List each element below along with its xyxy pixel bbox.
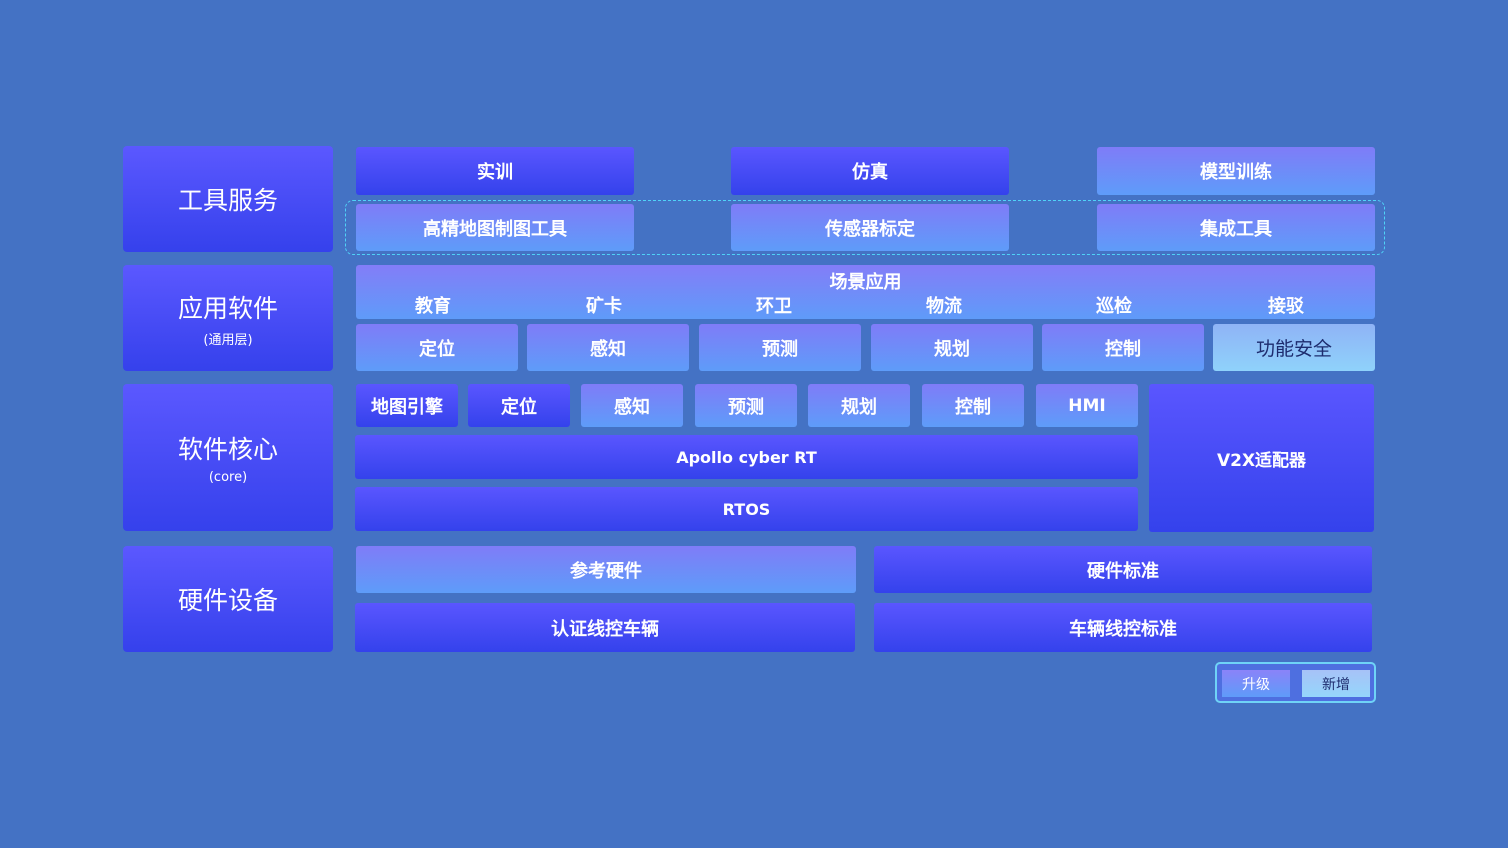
tool-hd-map: 高精地图制图工具 (356, 204, 634, 251)
tool-integration: 集成工具 (1097, 204, 1375, 251)
layer-tools-title: 工具服务 (177, 186, 278, 215)
scene-applications: 场景应用 教育 矿卡 环卫 物流 巡检 接驳 (356, 265, 1375, 319)
core-rtos: RTOS (355, 487, 1138, 531)
app-perception: 感知 (527, 324, 689, 371)
app-localization: 定位 (356, 324, 518, 371)
hw-reference-hardware: 参考硬件 (356, 546, 856, 593)
layer-core-title: 软件核心 (177, 435, 278, 464)
scene-mining-truck: 矿卡 (586, 296, 622, 317)
core-control: 控制 (922, 384, 1024, 427)
tool-sensor-calibration: 传感器标定 (731, 204, 1009, 251)
legend-new: 新增 (1302, 670, 1370, 697)
hw-vehicle-standard: 车辆线控标准 (874, 603, 1372, 652)
layer-hardware-title: 硬件设备 (177, 586, 278, 615)
layer-core-subtitle: (core) (208, 470, 248, 485)
scene-logistics: 物流 (926, 296, 962, 317)
core-v2x-adapter: V2X适配器 (1149, 384, 1374, 532)
tool-model-training: 模型训练 (1097, 147, 1375, 195)
app-planning: 规划 (871, 324, 1033, 371)
tool-simulation: 仿真 (731, 147, 1009, 195)
layer-apps-title: 应用软件 (177, 293, 278, 323)
scene-title: 场景应用 (829, 272, 902, 293)
scene-shuttle: 接驳 (1268, 296, 1304, 317)
legend: 升级 新增 (1215, 662, 1376, 703)
layer-tools: 工具服务 (123, 146, 333, 252)
app-prediction: 预测 (699, 324, 861, 371)
core-map-engine: 地图引擎 (356, 384, 458, 427)
layer-core: 软件核心 (core) (123, 384, 333, 531)
core-perception: 感知 (581, 384, 683, 427)
scene-sanitation: 环卫 (756, 296, 792, 317)
layer-hardware: 硬件设备 (123, 546, 333, 652)
app-functional-safety: 功能安全 (1213, 324, 1375, 371)
hw-certified-vehicle: 认证线控车辆 (355, 603, 855, 652)
legend-upgrade: 升级 (1222, 670, 1290, 697)
core-localization: 定位 (468, 384, 570, 427)
core-cyber-rt: Apollo cyber RT (355, 435, 1138, 479)
core-prediction: 预测 (695, 384, 797, 427)
tool-training: 实训 (356, 147, 634, 195)
app-control: 控制 (1042, 324, 1204, 371)
hw-hardware-standard: 硬件标准 (874, 546, 1372, 593)
layer-apps-subtitle: (通用层) (203, 332, 253, 348)
layer-apps: 应用软件 (通用层) (123, 265, 333, 371)
core-hmi: HMI (1036, 384, 1138, 427)
scene-patrol: 巡检 (1096, 296, 1132, 317)
scene-education: 教育 (415, 296, 451, 317)
core-planning: 规划 (808, 384, 910, 427)
